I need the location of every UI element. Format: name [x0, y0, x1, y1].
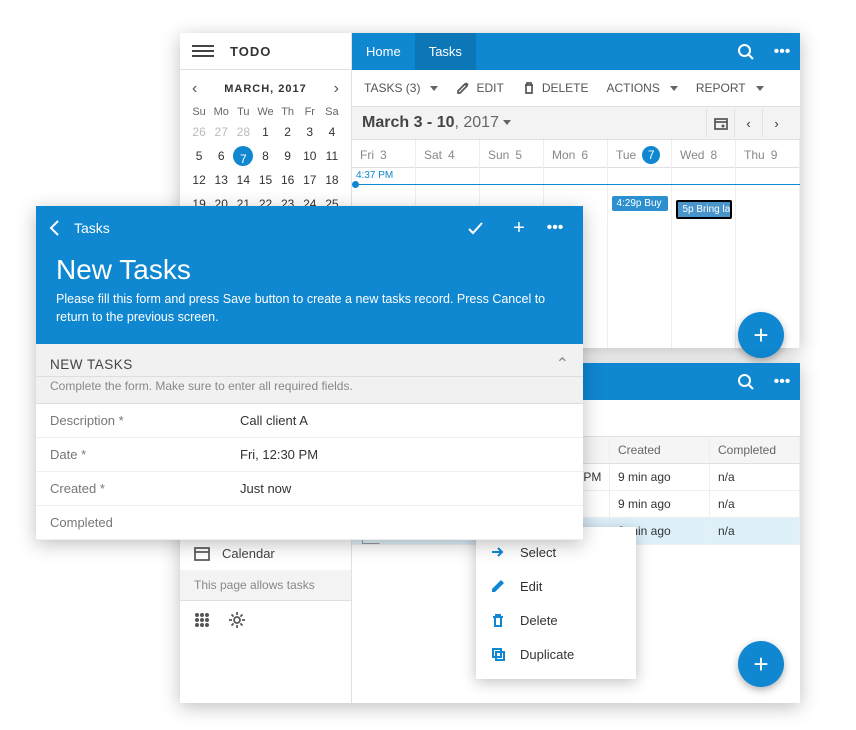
date-range-text[interactable]: March 3 - 10, 2017 [362, 114, 511, 132]
search-icon[interactable] [728, 363, 764, 400]
cal-day[interactable]: 3 [299, 122, 321, 142]
view-calendar[interactable]: Calendar [180, 536, 351, 570]
ctx-edit[interactable]: Edit [476, 569, 636, 603]
form-title: New Tasks [56, 254, 563, 286]
back-button[interactable]: Tasks [46, 219, 110, 237]
week-col[interactable]: Tue7 [608, 140, 672, 170]
prev-range-button[interactable]: ‹ [734, 109, 762, 137]
cal-day[interactable]: 13 [210, 170, 232, 190]
cal-day[interactable]: 6 [210, 146, 232, 166]
cal-day[interactable]: 15 [254, 170, 276, 190]
prev-month-button[interactable]: ‹ [188, 80, 201, 98]
form-window: Tasks + ••• New Tasks Please fill this f… [36, 206, 583, 540]
month-label: MARCH, 2017 [224, 83, 307, 95]
cal-day[interactable]: 18 [321, 170, 343, 190]
cal-day[interactable]: 27 [210, 122, 232, 142]
sidebar-header: TODO [180, 33, 351, 70]
form-subtitle: Please fill this form and press Save but… [56, 290, 563, 326]
week-col[interactable]: Mon6 [544, 140, 608, 170]
week-col[interactable]: Wed8 [672, 140, 736, 170]
sidebar-note: This page allows tasks [180, 570, 351, 600]
next-month-button[interactable]: › [330, 80, 343, 98]
now-line [352, 184, 800, 185]
cal-day[interactable]: 16 [277, 170, 299, 190]
context-menu: Select Edit Delete Duplicate [476, 527, 636, 679]
week-col[interactable]: Sun5 [480, 140, 544, 170]
cal-day[interactable]: 2 [277, 122, 299, 142]
delete-button[interactable]: DELETE [522, 81, 589, 95]
cal-day[interactable]: 9 [277, 146, 299, 166]
section-header: NEW TASKS ⌃ [36, 344, 583, 377]
date-range-bar: March 3 - 10, 2017 ‹ › [352, 107, 800, 140]
more-icon[interactable]: ••• [764, 363, 800, 400]
tab-home[interactable]: Home [352, 33, 415, 70]
week-col[interactable]: Thu9 [736, 140, 800, 170]
ctx-duplicate[interactable]: Duplicate [476, 637, 636, 671]
apps-icon[interactable] [194, 612, 210, 628]
toolbar: TASKS (3) EDIT DELETE ACTIONS REPORT [352, 70, 800, 107]
cal-day[interactable]: 4 [321, 122, 343, 142]
add-fab[interactable]: + [738, 312, 784, 358]
form-header: Tasks + ••• New Tasks Please fill this f… [36, 206, 583, 344]
form-field[interactable]: Created *Just now [36, 472, 583, 506]
collapse-icon[interactable]: ⌃ [556, 354, 569, 374]
today-button[interactable] [706, 109, 734, 137]
form-field[interactable]: Completed [36, 506, 583, 540]
save-button[interactable] [465, 218, 501, 238]
report-dropdown[interactable]: REPORT [696, 81, 764, 95]
tab-tasks[interactable]: Tasks [415, 33, 476, 70]
cal-day[interactable]: 17 [299, 170, 321, 190]
more-button[interactable]: ••• [537, 219, 573, 237]
add-fab[interactable]: + [738, 641, 784, 687]
cal-day[interactable]: 28 [232, 122, 254, 142]
tasks-dropdown[interactable]: TASKS (3) [364, 81, 438, 95]
calendar-event[interactable]: 5p Bring la [676, 200, 731, 219]
form-field[interactable]: Description *Call client A [36, 404, 583, 438]
search-icon[interactable] [728, 33, 764, 70]
cal-day[interactable]: 1 [254, 122, 276, 142]
cal-day[interactable]: 26 [188, 122, 210, 142]
dow-row: SuMoTuWeThFrSa [188, 106, 343, 118]
next-range-button[interactable]: › [762, 109, 790, 137]
cal-day[interactable]: 10 [299, 146, 321, 166]
cal-day[interactable]: 7 [233, 146, 253, 166]
gear-icon[interactable] [228, 611, 246, 629]
section-subtitle: Complete the form. Make sure to enter al… [36, 377, 583, 404]
form-field[interactable]: Date *Fri, 12:30 PM [36, 438, 583, 472]
cal-day[interactable]: 14 [232, 170, 254, 190]
menu-icon[interactable] [192, 45, 214, 57]
week-col[interactable]: Sat4 [416, 140, 480, 170]
calendar-event[interactable]: 4:29p Buy [612, 196, 667, 211]
col-completed[interactable]: Completed [710, 437, 800, 463]
ctx-delete[interactable]: Delete [476, 603, 636, 637]
sidebar-bottom [180, 600, 351, 638]
week-col[interactable]: Fri3 [352, 140, 416, 170]
top-tabs: Home Tasks ••• [352, 33, 800, 70]
edit-button[interactable]: EDIT [456, 81, 503, 95]
more-icon[interactable]: ••• [764, 33, 800, 70]
app-title: TODO [230, 44, 271, 59]
cal-day[interactable]: 11 [321, 146, 343, 166]
cal-day[interactable]: 8 [254, 146, 276, 166]
add-button[interactable]: + [501, 217, 537, 240]
week-header: Fri3Sat4Sun5Mon6Tue7Wed8Thu9 [352, 140, 800, 168]
actions-dropdown[interactable]: ACTIONS [607, 81, 678, 95]
cal-day[interactable]: 12 [188, 170, 210, 190]
col-created[interactable]: Created [610, 437, 710, 463]
now-label: 4:37 PM [356, 170, 393, 181]
cal-day[interactable]: 5 [188, 146, 210, 166]
